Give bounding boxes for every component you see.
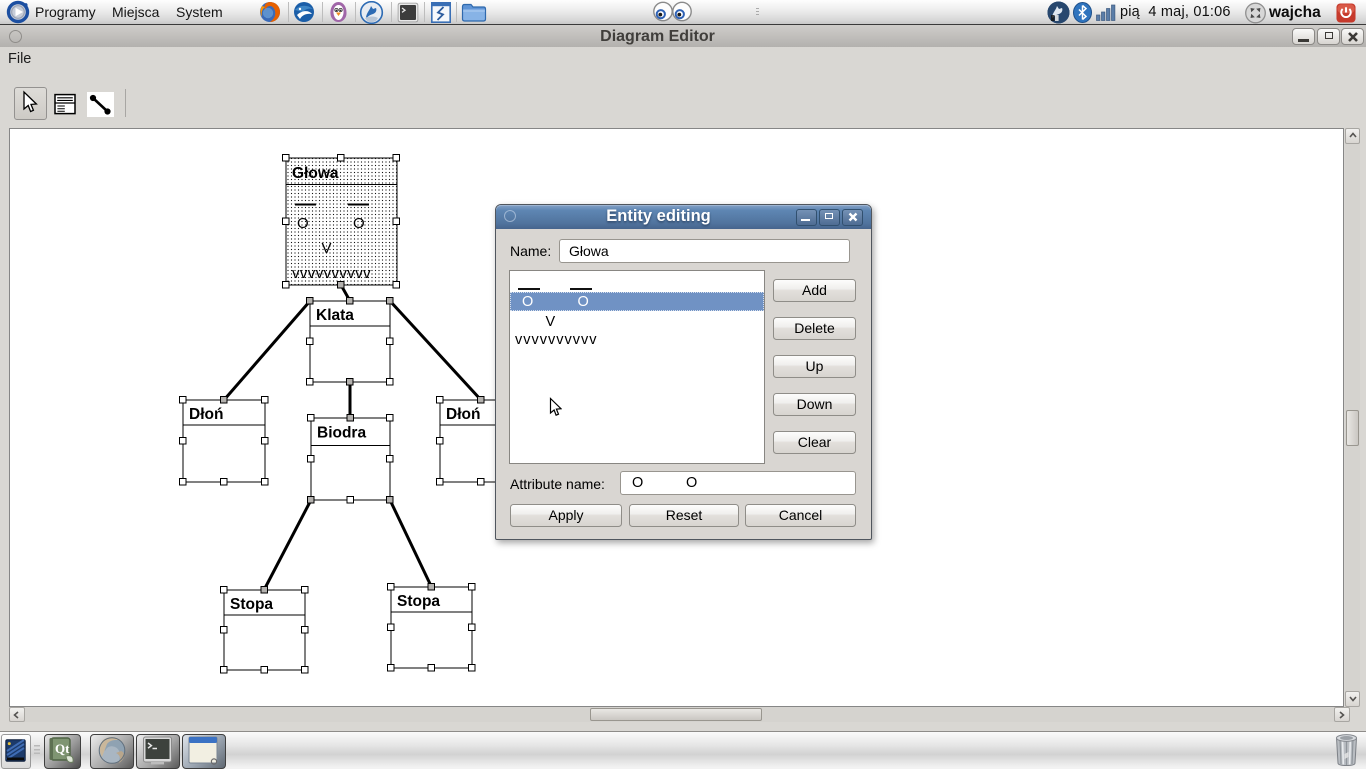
svg-text:vvvvvvvvvv: vvvvvvvvvv [292,265,371,282]
svg-text:O: O [297,215,309,232]
svg-text:O: O [353,215,365,232]
svg-text:Stopa: Stopa [397,593,440,610]
svg-text:Stopa: Stopa [230,596,273,613]
svg-text:Klata: Klata [316,307,354,324]
svg-text:Biodra: Biodra [317,425,366,442]
svg-text:Dłoń: Dłoń [189,406,223,423]
svg-text:Głowa: Głowa [292,165,339,182]
svg-text:Dłoń: Dłoń [446,406,480,423]
svg-text:V: V [322,240,332,257]
svg-text:Qt: Qt [55,741,70,756]
